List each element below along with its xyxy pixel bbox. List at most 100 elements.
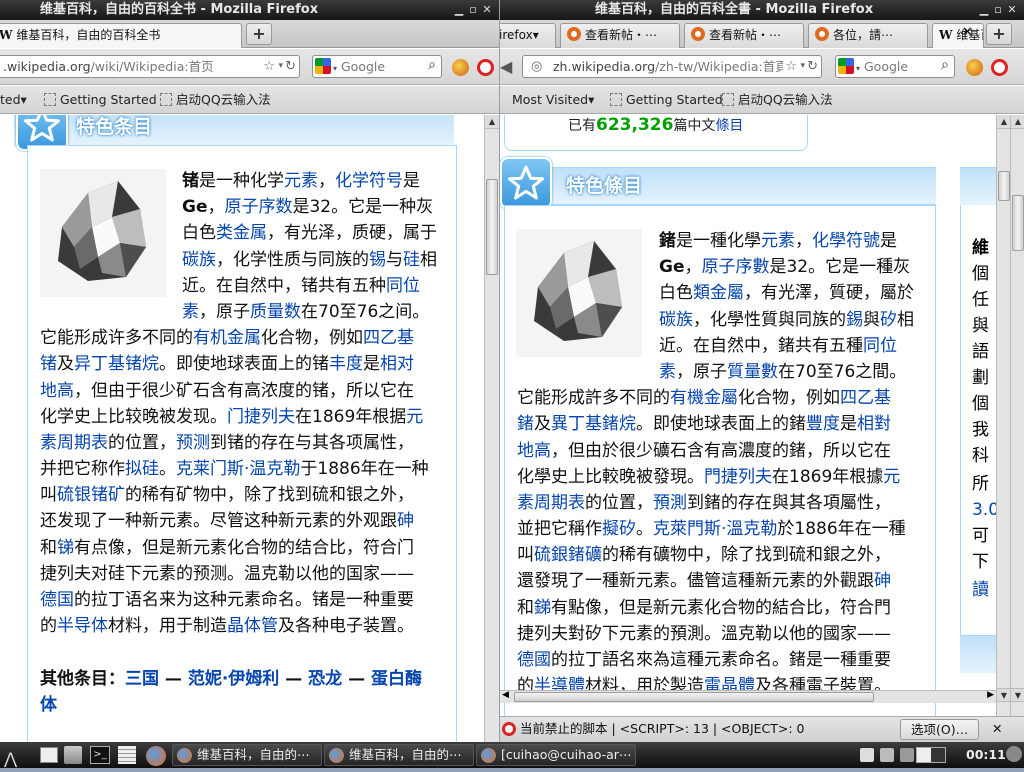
scroll-up-arrow[interactable]: ▲ [485,115,499,129]
close-tab-icon[interactable]: ✕ [962,25,973,40]
article-link[interactable]: 同位 [386,276,420,296]
article-link[interactable]: 化學符號 [812,231,880,251]
article-link[interactable]: 晶体管 [227,616,278,636]
bookmark-getting-started[interactable]: Getting Started [610,86,723,114]
article-link[interactable]: 地高 [40,381,74,401]
tab-wikipedia[interactable]: W 维基百科，自由的百科全书 [0,23,242,48]
tab-view-new-posts-1[interactable]: 查看新帖・⋯ [560,23,680,48]
article-link[interactable]: 質量數 [727,362,778,382]
chevron-down-icon[interactable]: ▾ [278,56,283,77]
right-vertical-scrollbar[interactable]: ▲ ▼ [996,115,1011,716]
article-link[interactable]: 碳族 [182,250,216,270]
article-link[interactable]: 体 [40,695,57,715]
article-link[interactable]: 德国 [40,590,74,610]
article-link[interactable]: 元 [883,467,900,487]
scroll-left-arrow[interactable]: ◀ [502,690,509,700]
noscript-icon[interactable] [477,59,494,76]
task-firefox-1[interactable]: 维基百科，自由的⋯ [172,744,322,766]
article-link[interactable]: 豐度 [806,414,840,434]
article-link[interactable]: 预测 [176,433,210,453]
left-titlebar[interactable]: 维基百科，自由的百科全书 - Mozilla Firefox ▁▫✕ [0,0,499,20]
terminal-icon[interactable]: >_ [90,746,110,764]
article-link[interactable]: 砷 [874,571,891,591]
back-arrow-icon[interactable]: ◀ [500,57,512,76]
network-icon[interactable] [880,748,894,762]
article-link[interactable]: 地高 [517,441,551,461]
scroll-down-arrow[interactable]: ▼ [997,688,1011,702]
article-link[interactable]: 素 [659,362,676,382]
maximize-icon[interactable]: ▫ [466,0,480,20]
article-link[interactable]: 銻 [534,598,551,618]
tab-everyone-please[interactable]: 各位，請⋯ [808,23,928,48]
article-link[interactable]: 相对 [380,354,414,374]
left-vertical-scrollbar[interactable]: ▲ [484,115,499,742]
task-terminal[interactable]: [cuihao@cuihao-ar⋯ [476,744,636,766]
right-url-bar[interactable]: ◎ zh.wikipedia.org/zh-tw/Wikipedia:首頁 ☆ … [522,55,822,78]
article-link[interactable]: 硅 [403,250,420,270]
article-link[interactable]: 蛋白酶 [371,669,422,689]
search-icon[interactable]: ⌕ [941,55,949,76]
article-link[interactable]: 恐龙 [308,669,342,689]
scroll-right-arrow[interactable]: ▶ [987,690,994,700]
new-tab-button[interactable]: + [986,23,1012,45]
article-link[interactable]: 异丁基锗烷 [74,354,159,374]
article-link[interactable]: 砷 [397,511,414,531]
tab-firefox-menu[interactable]: irefox▾ [500,23,556,48]
article-link[interactable]: 異丁基鍺烷 [551,414,636,434]
articles-link[interactable]: 條目 [715,118,743,134]
text-editor-icon[interactable] [118,746,136,764]
close-icon[interactable]: ✕ [992,717,1002,741]
firefox-launcher-icon[interactable] [146,746,166,766]
scroll-up-arrow[interactable]: ▲ [997,115,1011,129]
file-manager-icon[interactable] [64,746,82,764]
article-link[interactable]: 原子序數 [701,257,769,277]
article-link[interactable]: 碳族 [659,310,693,330]
chevron-down-icon[interactable]: ▾ [856,64,860,73]
article-link[interactable]: 德國 [517,650,551,670]
scroll-thumb[interactable] [486,179,498,275]
scroll-down-arrow[interactable]: ▼ [1011,688,1024,702]
bookmark-qq-input[interactable]: 启动QQ云输入法 [160,86,271,114]
article-link[interactable]: 克莱门斯·温克勒 [176,459,300,479]
bookmark-most-visited[interactable]: Most Visited▾ [512,86,594,114]
article-link[interactable]: 拟硅 [125,459,159,479]
article-link[interactable]: 化学符号 [335,171,403,191]
article-link[interactable]: 类金属 [216,223,267,243]
article-link[interactable]: 素 [182,302,199,322]
minimize-icon[interactable]: ▁ [452,0,466,20]
close-icon[interactable]: ✕ [480,0,494,20]
article-link[interactable]: 素周期表 [517,493,585,513]
article-link[interactable]: 元素 [284,171,318,191]
article-link[interactable]: 半导体 [57,616,108,636]
right-titlebar[interactable]: 维基百科，自由的百科全書 - Mozilla Firefox ▁▫✕ [500,0,1024,20]
reload-icon[interactable]: ↻ [807,56,818,77]
left-url-bar[interactable]: .wikipedia.org/wiki/Wikipedia:首页 ☆ ▾ ↻ [0,55,300,78]
article-link[interactable]: 门捷列夫 [227,407,295,427]
noscript-icon[interactable] [991,59,1008,76]
article-link[interactable]: 四乙基 [363,328,414,348]
clipboard-icon[interactable] [860,748,874,762]
article-link[interactable]: 鍺 [517,414,534,434]
article-link[interactable]: 預測 [653,493,687,513]
workspace-switcher[interactable] [916,747,946,763]
reload-icon[interactable]: ↻ [285,56,296,77]
article-link[interactable]: 范妮·伊姆利 [188,669,279,689]
article-link[interactable]: 有機金屬 [670,388,738,408]
addon-icon[interactable] [452,59,469,76]
tab-view-new-posts-2[interactable]: 查看新帖・⋯ [684,23,804,48]
bookmark-star-icon[interactable]: ☆ [783,56,797,77]
search-icon[interactable]: ⌕ [428,55,436,76]
new-tab-button[interactable]: + [246,23,272,45]
task-firefox-2[interactable]: 维基百科，自由的⋯ [324,744,474,766]
article-link[interactable]: 质量数 [250,302,301,322]
article-link[interactable]: 類金屬 [693,283,744,303]
outer-vertical-scrollbar[interactable]: ▲ ▼ [1010,115,1024,716]
article-link[interactable]: 丰度 [329,354,363,374]
options-button[interactable]: 选项(O)… [900,719,979,740]
tab-wikipedia-active[interactable]: W 维基百⋯ [932,23,984,48]
addon-icon[interactable] [966,59,983,76]
bookmark-getting-started[interactable]: Getting Started [44,86,157,114]
article-link[interactable]: 锑 [57,538,74,558]
horizontal-scroll-thumb[interactable] [514,692,874,702]
right-search-box[interactable]: ▾ Google ⌕ [835,55,955,78]
